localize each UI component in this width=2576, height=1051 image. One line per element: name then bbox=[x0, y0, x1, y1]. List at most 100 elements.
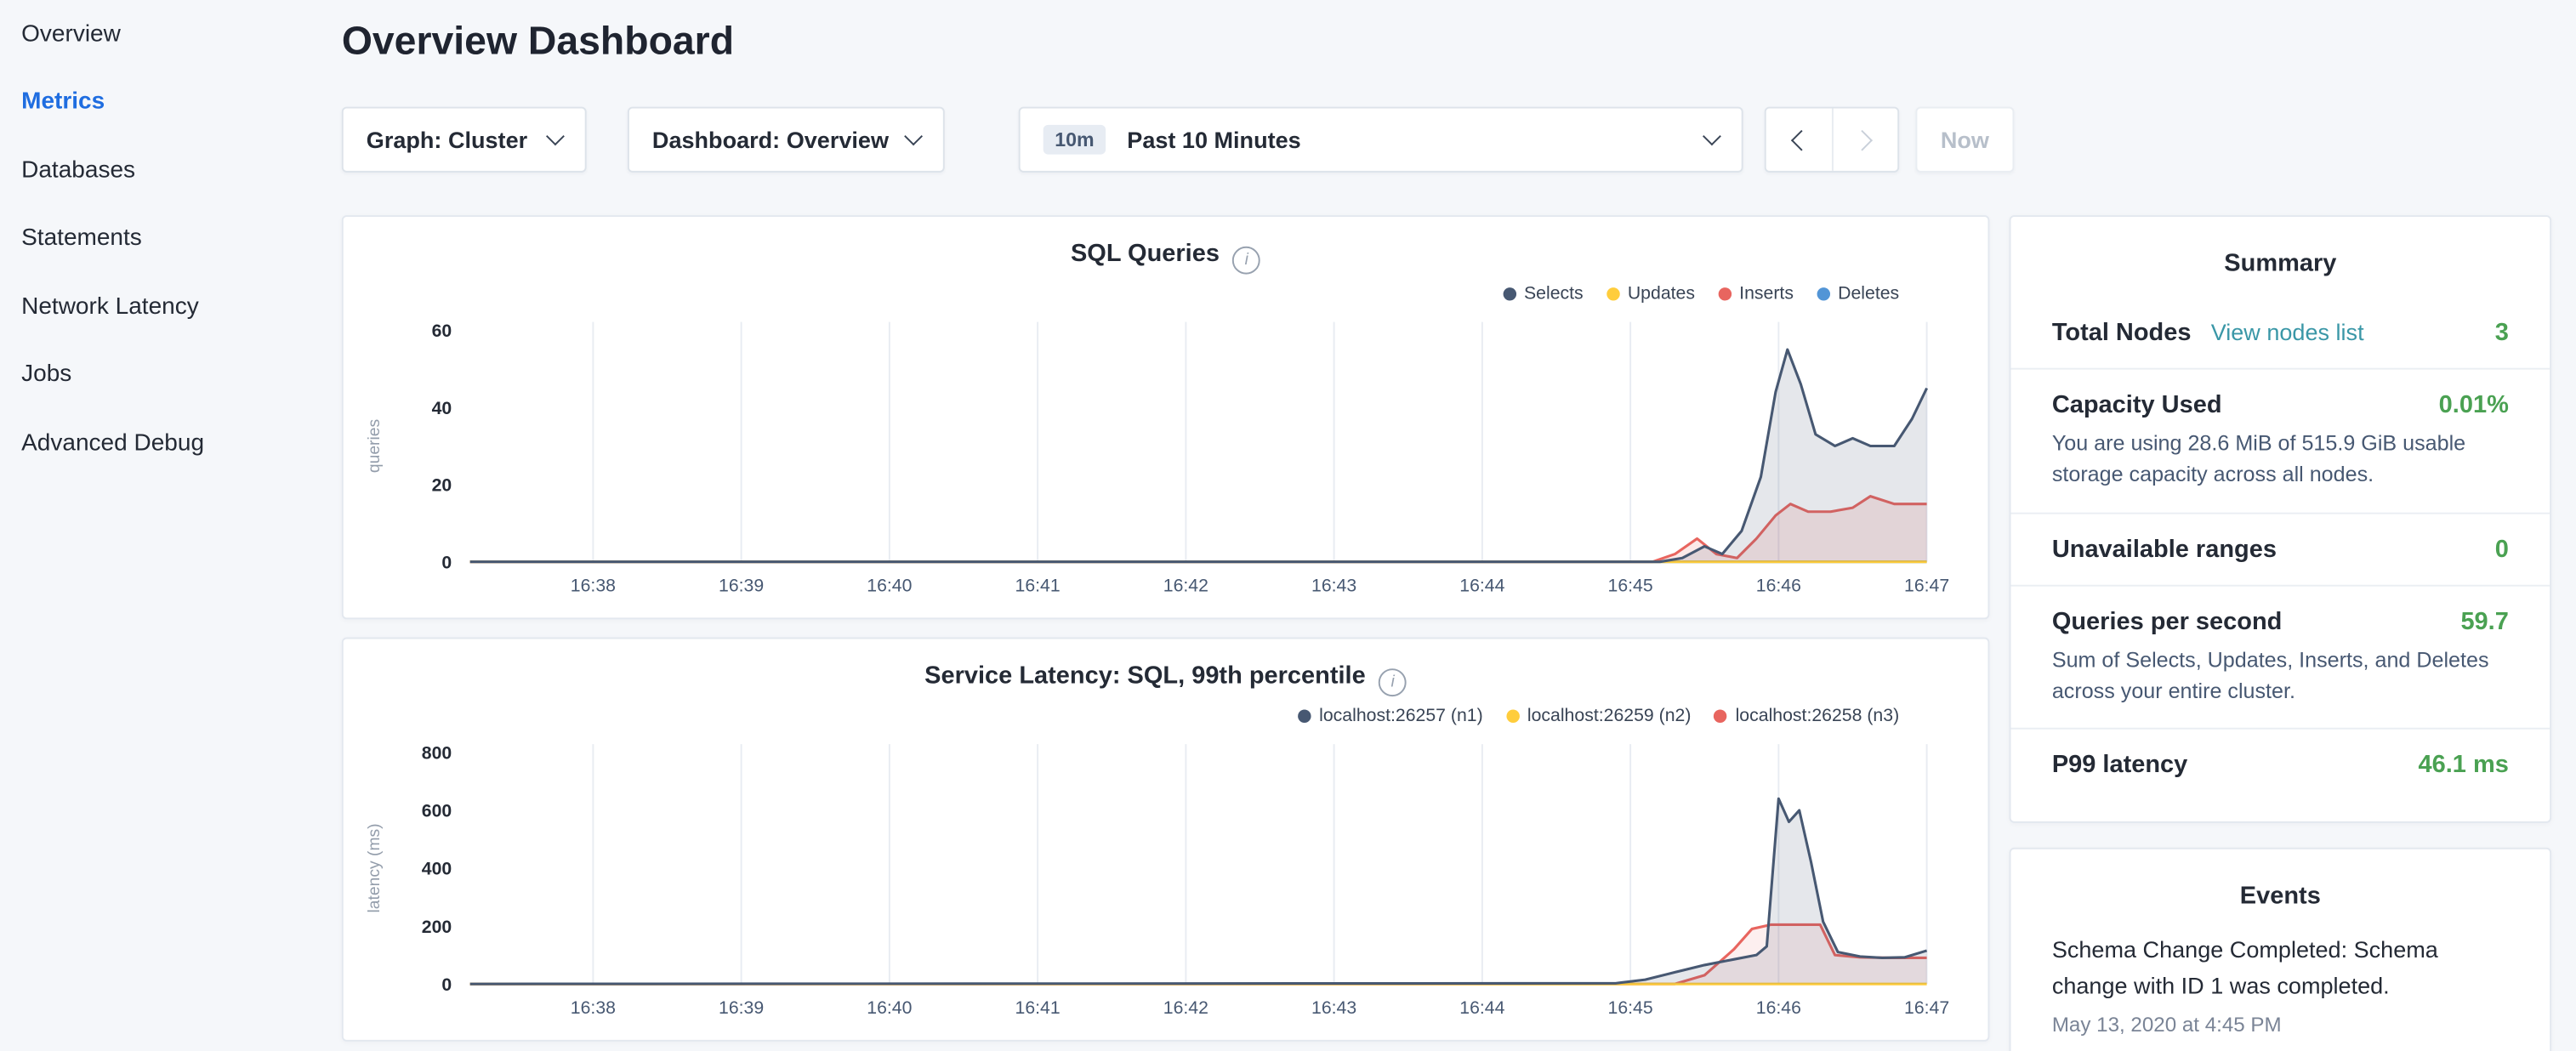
chevron-left-icon bbox=[1790, 129, 1811, 151]
sql-queries-chart[interactable]: 16:3816:3916:4016:4116:4216:4316:4416:45… bbox=[344, 312, 1988, 621]
page-title: Overview Dashboard bbox=[342, 20, 734, 65]
svg-text:16:41: 16:41 bbox=[1015, 575, 1061, 595]
svg-text:60: 60 bbox=[432, 321, 452, 341]
svg-text:16:38: 16:38 bbox=[571, 575, 616, 595]
legend-item: Updates bbox=[1606, 282, 1695, 305]
svg-text:400: 400 bbox=[422, 859, 452, 879]
summary-value: 0.01% bbox=[2439, 391, 2509, 419]
svg-text:16:44: 16:44 bbox=[1459, 997, 1504, 1018]
chevron-down-icon bbox=[546, 127, 565, 145]
svg-text:16:38: 16:38 bbox=[571, 997, 616, 1018]
app-viewport: Overview Metrics Databases Statements Ne… bbox=[0, 0, 2576, 1051]
sidebar-item-label: Metrics bbox=[21, 89, 105, 116]
legend-item: localhost:26259 (n2) bbox=[1506, 705, 1692, 728]
svg-text:40: 40 bbox=[432, 398, 452, 418]
svg-text:16:45: 16:45 bbox=[1608, 575, 1653, 595]
svg-text:16:39: 16:39 bbox=[719, 575, 764, 595]
svg-text:16:42: 16:42 bbox=[1163, 997, 1208, 1018]
time-range-badge: 10m bbox=[1043, 125, 1106, 155]
legend-label: localhost:26257 (n1) bbox=[1319, 707, 1483, 726]
graph-scope-label: Graph: Cluster bbox=[367, 127, 527, 153]
legend-label: localhost:26258 (n3) bbox=[1736, 707, 1900, 726]
admin-ui-page: Overview Metrics Databases Statements Ne… bbox=[0, 0, 2576, 1051]
legend-item: localhost:26257 (n1) bbox=[1298, 705, 1483, 728]
summary-label: Queries per second bbox=[2052, 607, 2283, 635]
summary-label: P99 latency bbox=[2052, 752, 2187, 780]
summary-label: Capacity Used bbox=[2052, 391, 2222, 419]
svg-text:16:45: 16:45 bbox=[1608, 997, 1653, 1018]
svg-text:16:40: 16:40 bbox=[867, 997, 912, 1018]
sidebar-item-label: Network Latency bbox=[21, 293, 199, 320]
svg-text:16:40: 16:40 bbox=[867, 575, 912, 595]
view-nodes-list-link[interactable]: View nodes list bbox=[2211, 319, 2364, 345]
svg-text:200: 200 bbox=[422, 917, 452, 937]
events-title: Events bbox=[2011, 849, 2550, 910]
svg-text:800: 800 bbox=[422, 742, 452, 763]
svg-text:latency (ms): latency (ms) bbox=[366, 823, 384, 912]
info-icon[interactable]: i bbox=[1379, 668, 1407, 696]
time-step-forward-button[interactable] bbox=[1831, 108, 1897, 170]
sidebar-item-network-latency[interactable]: Network Latency bbox=[0, 273, 328, 341]
time-step-back-button[interactable] bbox=[1766, 108, 1831, 170]
now-button[interactable]: Now bbox=[1915, 107, 2014, 173]
service-latency-chart[interactable]: 16:3816:3916:4016:4116:4216:4316:4416:45… bbox=[344, 735, 1988, 1043]
service-latency-panel: Service Latency: SQL, 99th percentilei l… bbox=[342, 638, 1990, 1042]
chevron-down-icon bbox=[1703, 127, 1721, 145]
summary-value: 46.1 ms bbox=[2419, 752, 2509, 780]
legend-label: Inserts bbox=[1739, 284, 1794, 304]
time-range-dropdown[interactable]: 10m Past 10 Minutes bbox=[1019, 107, 1743, 173]
dashboard-label: Dashboard: Overview bbox=[652, 127, 889, 153]
legend-label: Deletes bbox=[1838, 284, 1899, 304]
summary-row-total-nodes: Total Nodes View nodes list 3 bbox=[2011, 298, 2550, 368]
summary-description: You are using 28.6 MiB of 515.9 GiB usab… bbox=[2052, 429, 2509, 491]
svg-text:16:42: 16:42 bbox=[1163, 575, 1208, 595]
sidebar-item-statements[interactable]: Statements bbox=[0, 205, 328, 273]
svg-text:0: 0 bbox=[441, 552, 452, 572]
legend-dot-icon bbox=[1503, 287, 1515, 300]
sql-queries-panel: SQL Queries i Selects Updates Inserts Delete… bbox=[342, 215, 1990, 619]
side-navigation: Overview Metrics Databases Statements Ne… bbox=[0, 0, 328, 1051]
svg-text:16:46: 16:46 bbox=[1756, 575, 1801, 595]
summary-row-queries-per-second: Queries per second 59.7 Sum of Selects, … bbox=[2011, 584, 2550, 728]
sidebar-item-label: Advanced Debug bbox=[21, 430, 204, 457]
legend-item: Deletes bbox=[1817, 282, 1899, 305]
sidebar-item-advanced-debug[interactable]: Advanced Debug bbox=[0, 409, 328, 477]
summary-description: Sum of Selects, Updates, Inserts, and De… bbox=[2052, 645, 2509, 707]
legend-item: Inserts bbox=[1718, 282, 1794, 305]
summary-value: 3 bbox=[2495, 319, 2509, 347]
sidebar-item-databases[interactable]: Databases bbox=[0, 136, 328, 204]
sidebar-item-label: Databases bbox=[21, 157, 135, 184]
legend-dot-icon bbox=[1506, 710, 1519, 723]
svg-text:queries: queries bbox=[366, 419, 384, 473]
summary-title: Summary bbox=[2011, 217, 2550, 277]
svg-text:16:46: 16:46 bbox=[1756, 997, 1801, 1018]
sidebar-item-label: Jobs bbox=[21, 361, 71, 388]
svg-text:0: 0 bbox=[441, 974, 452, 995]
info-icon[interactable]: i bbox=[1232, 247, 1260, 275]
summary-label: Unavailable ranges bbox=[2052, 535, 2277, 563]
event-timestamp: May 13, 2020 at 4:45 PM bbox=[2052, 1014, 2509, 1037]
svg-text:16:43: 16:43 bbox=[1311, 997, 1356, 1018]
chart-title: Service Latency: SQL, 99th percentilei bbox=[344, 662, 1988, 692]
event-list-item[interactable]: Schema Change Completed: Schema change w… bbox=[2011, 933, 2550, 1037]
time-step-button-group bbox=[1765, 107, 1899, 173]
summary-label: Total Nodes bbox=[2052, 319, 2192, 347]
legend-dot-icon bbox=[1817, 287, 1829, 300]
legend-label: localhost:26259 (n2) bbox=[1527, 707, 1692, 726]
summary-row-unavailable-ranges: Unavailable ranges 0 bbox=[2011, 512, 2550, 584]
graph-scope-dropdown[interactable]: Graph: Cluster bbox=[342, 107, 587, 173]
chart-legend: localhost:26257 (n1) localhost:26259 (n2)… bbox=[344, 705, 1988, 728]
legend-label: Updates bbox=[1628, 284, 1695, 304]
sidebar-item-metrics[interactable]: Metrics bbox=[0, 68, 328, 136]
legend-item: Selects bbox=[1503, 282, 1584, 305]
summary-value: 59.7 bbox=[2460, 607, 2508, 635]
chart-title-text: Service Latency: SQL, 99th percentile bbox=[924, 662, 1366, 690]
now-button-label: Now bbox=[1941, 127, 1989, 153]
chart-title-text: SQL Queries bbox=[1071, 240, 1220, 268]
sidebar-item-overview[interactable]: Overview bbox=[0, 0, 328, 68]
sidebar-item-jobs[interactable]: Jobs bbox=[0, 341, 328, 409]
svg-text:16:47: 16:47 bbox=[1904, 997, 1949, 1018]
dashboard-dropdown[interactable]: Dashboard: Overview bbox=[628, 107, 945, 173]
sidebar-item-label: Overview bbox=[21, 21, 121, 48]
legend-dot-icon bbox=[1718, 287, 1731, 300]
